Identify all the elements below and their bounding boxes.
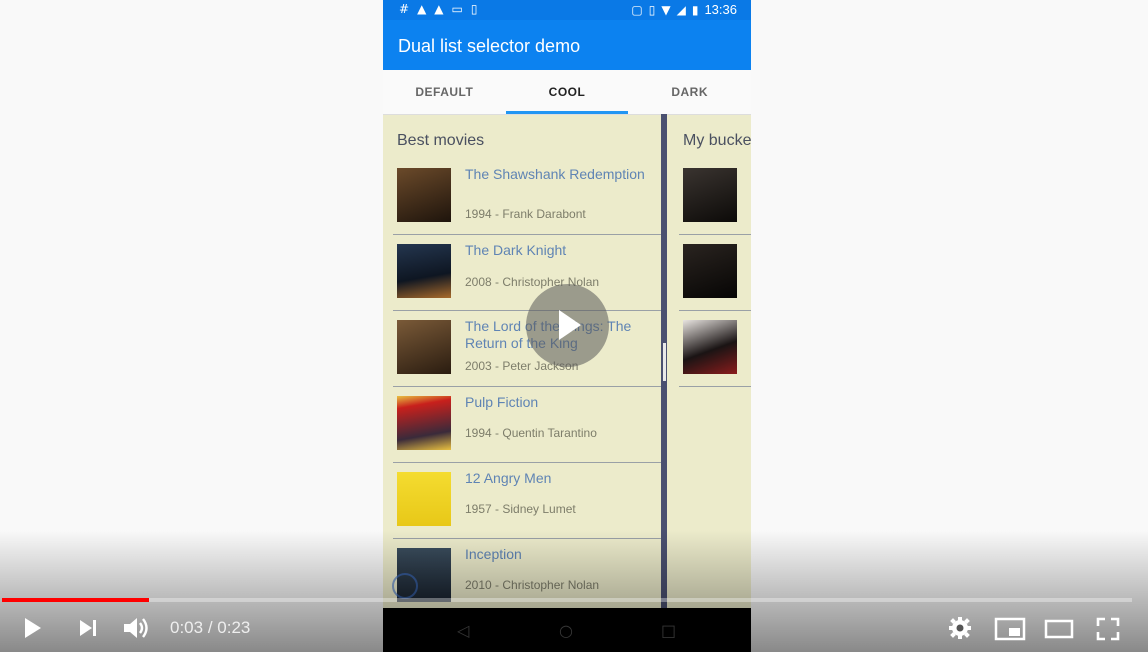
tab-bar: DEFAULT COOL DARK — [383, 70, 751, 115]
movie-title: Inception — [465, 546, 522, 562]
home-icon[interactable]: ○ — [559, 621, 573, 640]
play-icon[interactable] — [22, 616, 44, 640]
warning-icon: ▲ — [417, 2, 427, 16]
warning-icon: ▲ — [434, 2, 444, 16]
theater-mode-icon[interactable] — [1044, 619, 1074, 639]
list-title: Best movies — [397, 132, 485, 149]
slack-icon: # — [399, 2, 410, 16]
back-icon[interactable]: ◁ — [457, 621, 469, 640]
battery-icon: ▮ — [691, 2, 699, 17]
movie-poster — [397, 320, 451, 374]
movie-poster — [683, 244, 737, 298]
progress-bar[interactable] — [2, 598, 1132, 602]
recents-icon[interactable]: □ — [661, 621, 676, 640]
divider-handle[interactable] — [663, 343, 666, 381]
status-bar: # ▲ ▲ ▭ ▯ ▢ ▯ ▼ ◢ ▮ 13:36 — [383, 0, 751, 20]
big-play-button[interactable] — [526, 284, 609, 367]
movie-title: 12 Angry Men — [465, 470, 552, 486]
list-item[interactable]: The Shawshank Redemption 1994 - Frank Da… — [393, 158, 661, 235]
movie-poster — [397, 244, 451, 298]
list-item[interactable] — [679, 310, 751, 387]
list-item[interactable]: The Dark Knight 2008 - Christopher Nolan — [393, 234, 661, 311]
cast-icon: ▢ — [631, 2, 643, 17]
movie-poster — [683, 320, 737, 374]
miniplayer-icon[interactable] — [994, 617, 1026, 641]
movie-title: The Shawshank Redemption — [465, 166, 645, 182]
channel-watermark-icon[interactable] — [392, 573, 418, 599]
next-icon[interactable] — [78, 618, 100, 638]
movie-poster — [397, 396, 451, 450]
wifi-icon: ▼ — [661, 2, 671, 17]
progress-fill — [2, 598, 149, 602]
movie-subtitle: 1994 - Quentin Tarantino — [465, 426, 597, 440]
app-bar: Dual list selector demo — [383, 20, 751, 70]
signal-icon: ◢ — [676, 2, 686, 17]
movie-title: The Dark Knight — [465, 242, 567, 258]
list-item[interactable] — [679, 234, 751, 311]
tab-cool[interactable]: COOL — [505, 70, 629, 114]
list-item[interactable] — [679, 158, 751, 235]
download-icon: ▯ — [470, 2, 478, 16]
movie-poster — [683, 168, 737, 222]
duration: 0:23 — [217, 618, 251, 637]
tab-label: DARK — [671, 85, 709, 99]
movie-title: Pulp Fiction — [465, 394, 539, 410]
bucket-list[interactable]: My bucket list — [667, 114, 751, 608]
movie-poster — [397, 472, 451, 526]
volume-icon[interactable] — [122, 615, 152, 641]
movie-subtitle: 1957 - Sidney Lumet — [465, 502, 576, 516]
tab-default[interactable]: DEFAULT — [383, 70, 506, 114]
play-icon — [559, 310, 581, 340]
settings-icon[interactable] — [948, 616, 972, 640]
movie-subtitle: 2010 - Christopher Nolan — [465, 578, 600, 592]
best-movies-list[interactable]: Best movies The Shawshank Redemption 199… — [383, 114, 661, 608]
list-title: My bucket list — [683, 132, 751, 149]
fullscreen-icon[interactable] — [1096, 617, 1120, 641]
list-item[interactable]: 12 Angry Men 1957 - Sidney Lumet — [393, 462, 661, 539]
time-display: 0:03 / 0:23 — [170, 618, 251, 637]
android-nav-bar: ◁ ○ □ — [383, 608, 751, 652]
movie-subtitle: 1994 - Frank Darabont — [465, 207, 586, 221]
list-item[interactable]: Pulp Fiction 1994 - Quentin Tarantino — [393, 386, 661, 463]
movie-poster — [397, 168, 451, 222]
app-title: Dual list selector demo — [398, 36, 581, 56]
status-time: 13:36 — [704, 2, 737, 17]
current-time: 0:03 — [170, 618, 204, 637]
tab-label: DEFAULT — [415, 85, 474, 99]
tab-dark[interactable]: DARK — [628, 70, 751, 114]
tab-label: COOL — [548, 85, 586, 99]
video-icon: ▭ — [451, 2, 463, 16]
vibrate-icon: ▯ — [648, 2, 656, 17]
